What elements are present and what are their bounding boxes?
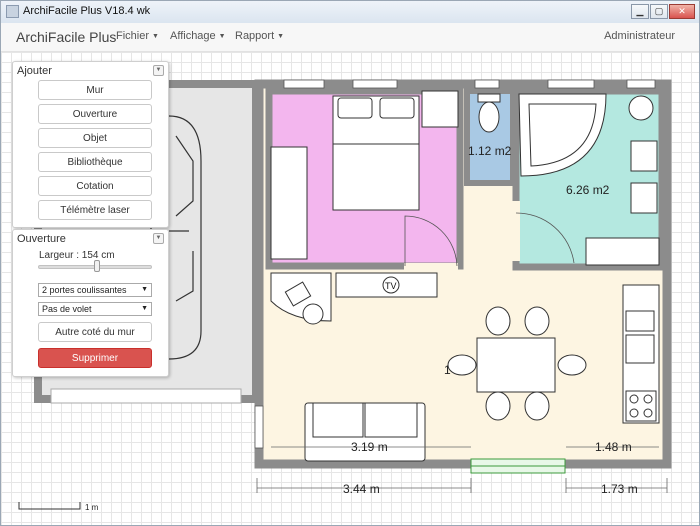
menu-rapport[interactable]: Rapport ▼ (235, 30, 284, 42)
add-object-button[interactable]: Objet (38, 128, 152, 148)
panel-ajouter-title: Ajouter (17, 65, 52, 77)
add-opening-button[interactable]: Ouverture (38, 104, 152, 124)
collapse-icon[interactable]: ▼ (153, 233, 164, 244)
width-slider[interactable] (38, 260, 152, 272)
width-label: Largeur : 154 cm (39, 250, 115, 261)
bathroom-sink-2 (630, 182, 658, 214)
caret-down-icon: ▼ (277, 32, 285, 40)
panel-ouverture-title: Ouverture (17, 233, 66, 245)
menu-fichier[interactable]: Fichier ▼ (116, 30, 159, 42)
app-brand[interactable]: ArchiFacile Plus (16, 29, 116, 45)
menu-fichier-label: Fichier (116, 30, 150, 42)
bedroom-nightstand (421, 90, 459, 128)
living-area-label: 1 (444, 363, 451, 377)
bathroom-basin-round (628, 95, 654, 121)
shutter-value: Pas de volet (42, 304, 92, 314)
chevron-down-icon: ▼ (141, 305, 148, 312)
panel-ouverture: Ouverture ▼ Largeur : 154 cm 2 portes co… (12, 229, 169, 377)
wc-area-label: 1.12 m2 (468, 144, 512, 158)
menu-affichage[interactable]: Affichage ▼ (170, 30, 226, 42)
title-bar: ArchiFacile Plus V18.4 wk ▁ ▢ ✕ (1, 1, 699, 24)
desk-chair (302, 303, 324, 325)
dimension-outer-right: 1.73 m (601, 482, 638, 496)
bathroom-area-label: 6.26 m2 (566, 183, 610, 197)
navbar: ArchiFacile Plus Fichier ▼ Affichage ▼ Rap… (1, 23, 699, 52)
bathroom-cabinet (585, 237, 660, 266)
wc-toilet-tank (477, 93, 501, 103)
menu-affichage-label: Affichage (170, 30, 216, 42)
close-icon[interactable]: ✕ (669, 4, 695, 19)
width-slider-handle[interactable] (94, 260, 100, 272)
add-dimension-button[interactable]: Cotation (38, 176, 152, 196)
panel-ajouter: Ajouter ▼ Mur Ouverture Objet Bibliothèq… (12, 61, 169, 228)
dimension-inner-living: 3.19 m (351, 440, 388, 454)
caret-down-icon: ▼ (218, 32, 226, 40)
app-window: ArchiFacile Plus V18.4 wk ▁ ▢ ✕ ArchiFac… (0, 0, 700, 526)
tv-label: TV (385, 281, 397, 291)
dimension-outer-left: 3.44 m (343, 482, 380, 496)
collapse-icon[interactable]: ▼ (153, 65, 164, 76)
window-controls: ▁ ▢ ✕ (631, 4, 695, 19)
laser-rangefinder-button[interactable]: Télémètre laser (38, 200, 152, 220)
delete-button[interactable]: Supprimer (38, 348, 152, 368)
opening-type-select[interactable]: 2 portes coulissantes ▼ (38, 283, 152, 297)
chevron-down-icon: ▼ (141, 286, 148, 293)
bedroom-wardrobe (270, 146, 308, 260)
scale-label: 1 m (85, 503, 99, 512)
shutter-select[interactable]: Pas de volet ▼ (38, 302, 152, 316)
dimension-inner-right: 1.48 m (595, 440, 632, 454)
wc-toilet (478, 101, 500, 133)
scale-bar (18, 502, 81, 510)
user-menu[interactable]: Administrateur (604, 30, 675, 42)
dining-table (476, 337, 556, 393)
add-wall-button[interactable]: Mur (38, 80, 152, 100)
library-button[interactable]: Bibliothèque (38, 152, 152, 172)
caret-down-icon: ▼ (152, 32, 159, 40)
bathroom-sink-1 (630, 140, 658, 172)
minimize-icon[interactable]: ▁ (631, 4, 649, 19)
opening-type-value: 2 portes coulissantes (42, 285, 127, 295)
window-title: ArchiFacile Plus V18.4 wk (23, 5, 151, 17)
app-icon (6, 5, 19, 18)
menu-rapport-label: Rapport (235, 30, 275, 42)
garage-opening (50, 388, 242, 404)
other-side-wall-button[interactable]: Autre coté du mur (38, 322, 152, 342)
maximize-icon[interactable]: ▢ (650, 4, 668, 19)
